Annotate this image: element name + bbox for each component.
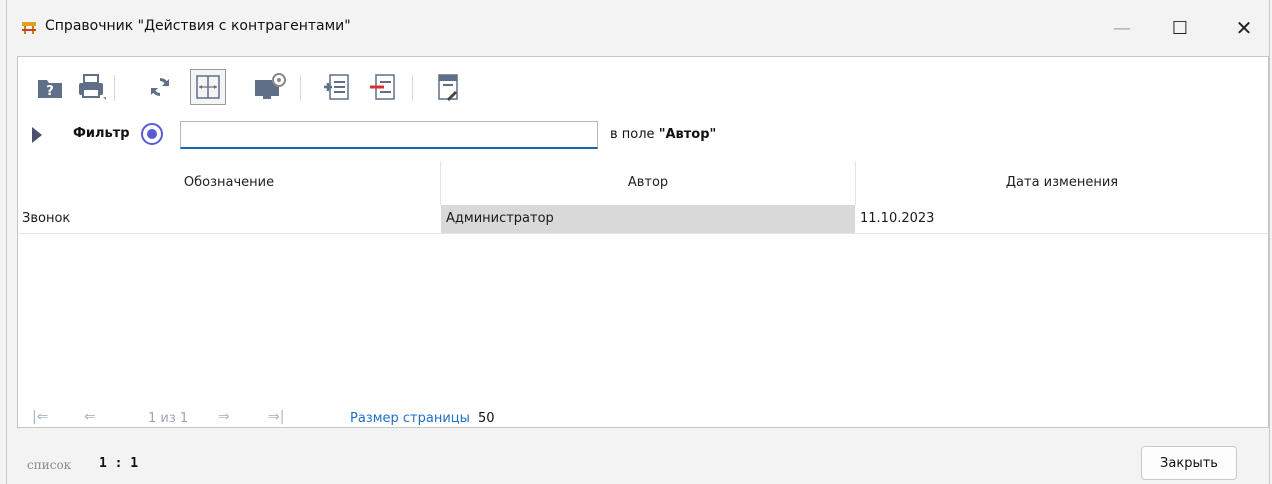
status-value: 1 : 1 [99, 456, 139, 471]
status-mode: список [27, 458, 72, 472]
dialog-window: Справочник "Действия с контрагентами" — … [6, 0, 1270, 484]
data-grid: Обозначение Автор Дата изменения Звонок … [18, 161, 1268, 234]
fit-columns-icon [196, 75, 220, 99]
column-header-modified-date[interactable]: Дата изменения [856, 161, 1268, 205]
first-page-icon[interactable]: |⇐ [32, 409, 48, 425]
print-button[interactable] [74, 69, 110, 105]
remove-record-button[interactable] [364, 69, 400, 105]
table-row[interactable]: Звонок Администратор 11.10.2023 [18, 205, 1268, 234]
add-record-icon [324, 74, 349, 100]
reference-book-icon [22, 22, 36, 34]
page-position: 1 из 1 [148, 411, 189, 426]
filter-row: Фильтр в поле "Автор" [18, 121, 1268, 149]
pager: |⇐ ⇐ 1 из 1 ⇒ ⇒| Размер страницы 50 [18, 409, 1268, 431]
close-window-button[interactable]: ✕ [1221, 6, 1267, 50]
filter-field-label: в поле "Автор" [610, 127, 716, 142]
cell-modified-date[interactable]: 11.10.2023 [856, 205, 1268, 233]
page-size-label[interactable]: Размер страницы [350, 411, 470, 426]
title-bar: Справочник "Действия с контрагентами" — … [7, 0, 1269, 56]
cell-designation[interactable]: Звонок [18, 205, 440, 233]
filter-radio[interactable] [141, 123, 163, 145]
expand-arrow-icon[interactable] [32, 127, 42, 143]
refresh-button[interactable] [142, 69, 178, 105]
content-panel: ? Фильтр в поле "Автор" Обозначение Авто… [17, 56, 1269, 428]
toolbar-separator [300, 75, 301, 101]
computer-settings-button[interactable] [252, 69, 288, 105]
filter-field-prefix: в поле [610, 127, 655, 142]
filter-label: Фильтр [73, 126, 130, 141]
toolbar: ? [18, 65, 1268, 109]
help-folder-button[interactable]: ? [32, 69, 68, 105]
print-icon [79, 74, 106, 100]
close-button[interactable]: Закрыть [1141, 446, 1237, 480]
fit-columns-button[interactable] [190, 69, 226, 105]
toolbar-separator [412, 75, 413, 101]
minimize-button[interactable]: — [1099, 6, 1145, 50]
export-button[interactable] [430, 69, 466, 105]
column-header-designation[interactable]: Обозначение [18, 161, 440, 205]
prev-page-icon[interactable]: ⇐ [84, 409, 96, 425]
maximize-button[interactable]: ☐ [1157, 6, 1203, 50]
cell-author[interactable]: Администратор [441, 205, 855, 233]
window-title: Справочник "Действия с контрагентами" [45, 18, 351, 34]
refresh-icon [151, 78, 169, 96]
svg-text:?: ? [46, 84, 54, 99]
column-header-author[interactable]: Автор [441, 161, 855, 205]
last-page-icon[interactable]: ⇒| [268, 409, 284, 425]
page-size-value[interactable]: 50 [478, 411, 495, 426]
help-folder-icon: ? [38, 80, 62, 99]
export-icon [438, 74, 458, 101]
next-page-icon[interactable]: ⇒ [218, 409, 230, 425]
remove-record-icon [370, 74, 395, 100]
toolbar-separator [114, 75, 115, 101]
filter-field-name: "Автор" [658, 127, 717, 142]
computer-settings-icon [255, 73, 286, 99]
filter-input[interactable] [180, 121, 598, 149]
add-record-button[interactable] [318, 69, 354, 105]
grid-header: Обозначение Автор Дата изменения [18, 161, 1268, 205]
